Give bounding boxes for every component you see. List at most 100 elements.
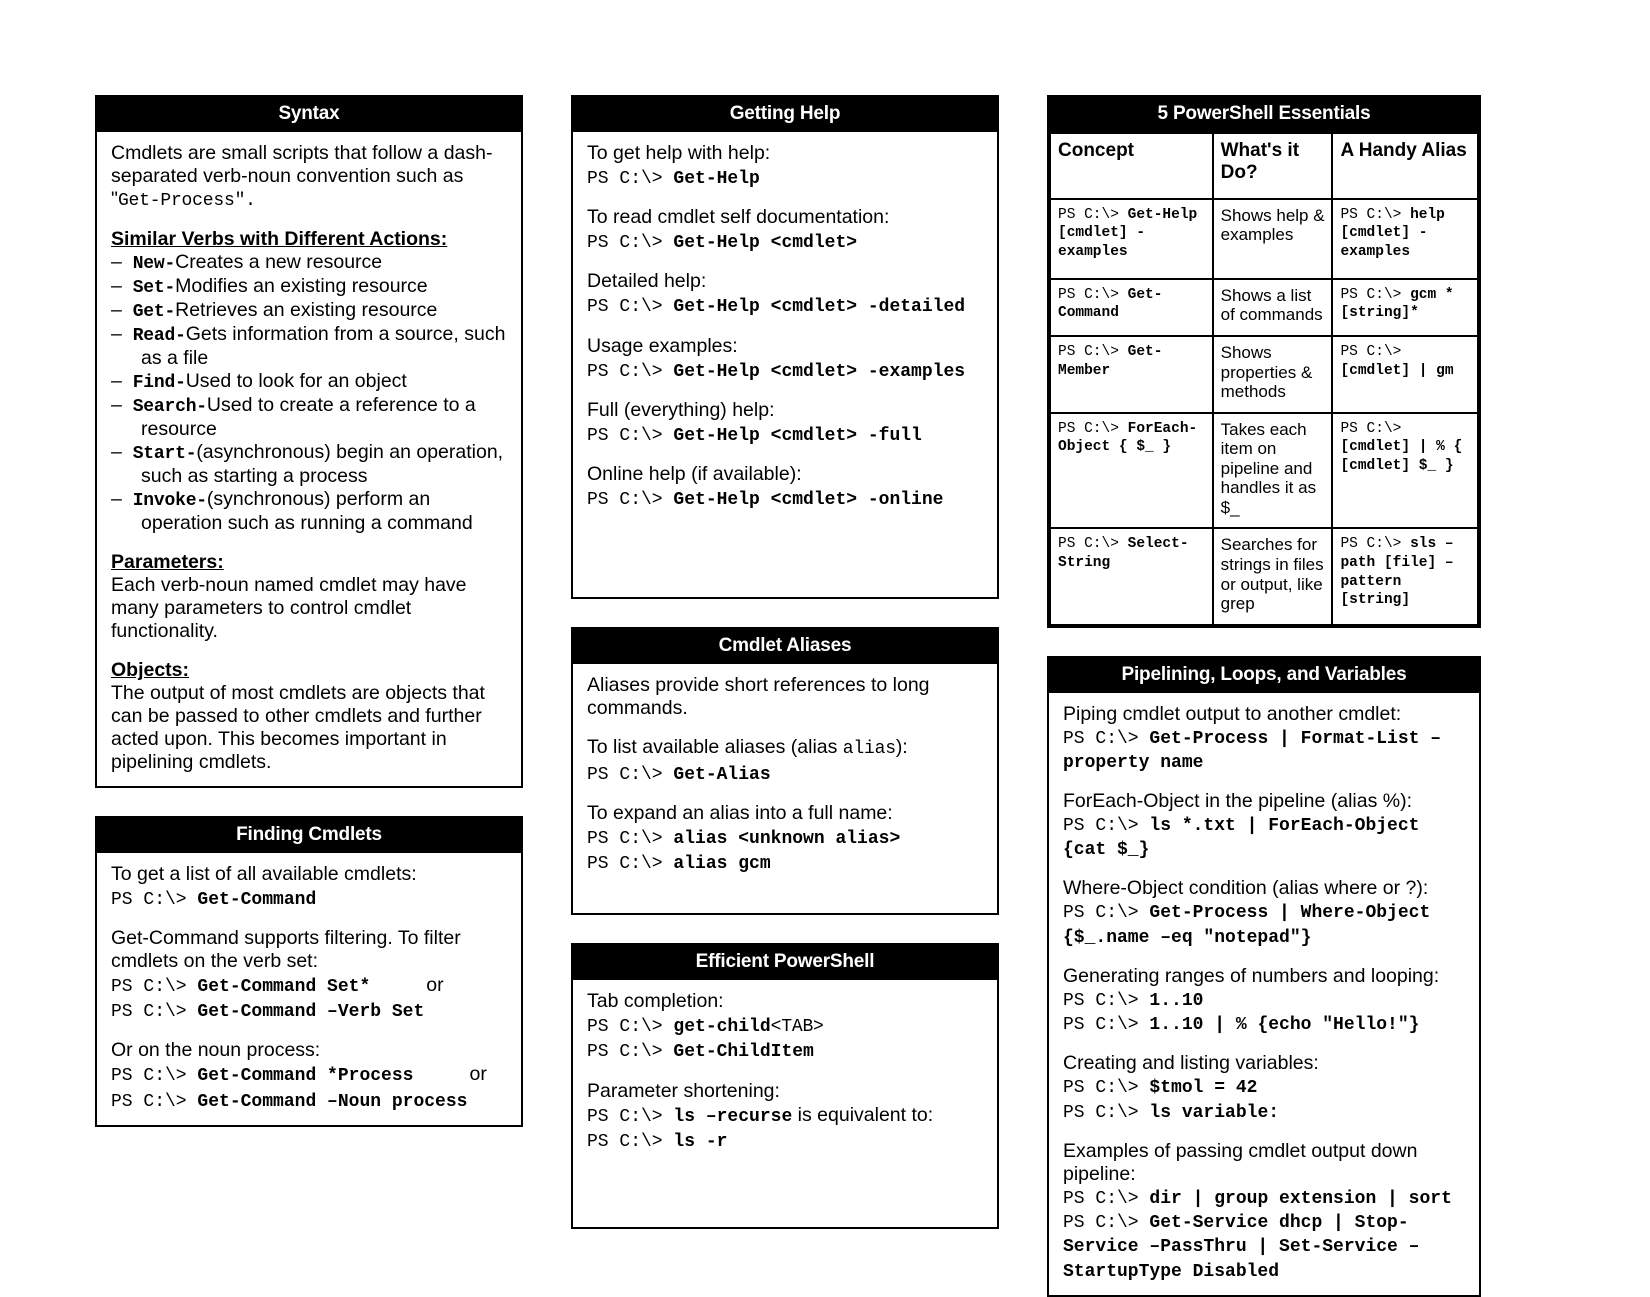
command-line: PS C:\> Get-Service dhcp | Stop-Service … xyxy=(1063,1210,1467,1283)
column-middle: Getting Help To get help with help: PS C… xyxy=(571,95,999,1297)
bullet-dash: – xyxy=(111,370,133,393)
panel-efficient-powershell-body: Tab completion: PS C:\> get-child<TAB> P… xyxy=(573,980,997,1227)
syntax-intro-part2: ". xyxy=(234,190,256,211)
concept-code: PS C:\> Select-String xyxy=(1058,535,1206,572)
prompt: PS C:\> xyxy=(587,828,674,849)
column-header-handy-alias: A Handy Alias xyxy=(1331,131,1479,200)
panel-getting-help-body: To get help with help: PS C:\> Get-Help … xyxy=(573,132,997,597)
verb-name: Get- xyxy=(132,302,176,323)
prompt: PS C:\> xyxy=(587,233,674,254)
concept-code: PS C:\> Get-Command xyxy=(1058,286,1206,323)
prompt: PS C:\> xyxy=(111,976,198,997)
label-pre: To list available aliases (alias xyxy=(587,736,843,759)
list-item: – Set-Modifies an existing resource xyxy=(111,275,509,299)
command: 1..10 | % {echo "Hello!"} xyxy=(1149,1015,1420,1036)
command-line: PS C:\> alias gcm xyxy=(587,851,985,875)
tab-key-token: <TAB> xyxy=(770,1017,824,1038)
tab-completion-label: Tab completion: xyxy=(587,990,724,1013)
block-label: Or on the noun process: xyxy=(111,1039,321,1062)
prompt: PS C:\> xyxy=(1340,286,1411,303)
prompt: PS C:\> xyxy=(587,1042,674,1063)
verb-name: Search- xyxy=(132,397,207,418)
list-item: – Get-Retrieves an existing resource xyxy=(111,299,509,323)
command: alias gcm xyxy=(673,853,771,874)
block-label: To read cmdlet self documentation: xyxy=(587,206,890,229)
prompt: PS C:\> xyxy=(587,361,674,382)
essentials-table-wrapper: Concept What's it Do? A Handy Alias PS C… xyxy=(1049,131,1479,626)
command: [cmdlet] | % { [cmdlet] $_ } xyxy=(1340,439,1471,474)
command: Get-Help <cmdlet> -online xyxy=(673,490,944,511)
block-label: Generating ranges of numbers and looping… xyxy=(1063,964,1440,987)
prompt: PS C:\> xyxy=(587,853,674,874)
column-header-whats-it-do: What's it Do? xyxy=(1211,131,1334,200)
panel-cmdlet-aliases-title: Cmdlet Aliases xyxy=(573,629,997,665)
panel-pipelining: Pipelining, Loops, and Variables Piping … xyxy=(1047,655,1481,1297)
command-line: PS C:\> dir | group extension | sort xyxy=(1063,1186,1467,1210)
bullet-dash: – xyxy=(111,323,133,346)
cell-alias: PS C:\> help [cmdlet] -examples xyxy=(1331,197,1479,280)
bullet-dash: – xyxy=(111,441,133,464)
prompt: PS C:\> xyxy=(1340,536,1411,553)
prompt: PS C:\> xyxy=(1058,344,1128,361)
equivalence-note: is equivalent to: xyxy=(797,1103,934,1126)
prompt: PS C:\> xyxy=(111,1002,198,1023)
panel-efficient-powershell-title: Efficient PowerShell xyxy=(573,945,997,981)
block-label: Usage examples: xyxy=(587,334,738,357)
concept-code: PS C:\> Get-Member xyxy=(1058,343,1206,380)
prompt: PS C:\> xyxy=(1058,206,1128,223)
command-line: PS C:\> Get-Help <cmdlet> -examples xyxy=(587,359,985,383)
prompt: PS C:\> xyxy=(1063,1188,1150,1209)
prompt: PS C:\> xyxy=(1058,286,1128,303)
command-line: PS C:\> 1..10 xyxy=(1063,988,1467,1012)
block-label: Online help (if available): xyxy=(587,463,802,486)
panel-efficient-powershell: Efficient PowerShell Tab completion: PS … xyxy=(571,943,999,1230)
command: $tmol = 42 xyxy=(1149,1078,1258,1099)
cell-description: Searches for strings in files or output,… xyxy=(1211,527,1334,626)
list-item: – Start-(asynchronous) begin an operatio… xyxy=(111,441,509,488)
syntax-intro-code: Get-Process xyxy=(117,190,235,211)
verb-name: New- xyxy=(132,254,176,275)
cell-concept: PS C:\> Get-Command xyxy=(1049,277,1214,338)
list-item: – New-Creates a new resource xyxy=(111,251,509,275)
syntax-objects-heading: Objects: xyxy=(111,658,190,681)
command-line: PS C:\> Get-Command Set* or xyxy=(111,974,509,998)
panel-syntax-title: Syntax xyxy=(97,97,521,132)
command: Get-Command –Verb Set xyxy=(197,1002,425,1023)
bullet-dash: – xyxy=(111,487,133,510)
prompt: PS C:\> xyxy=(587,764,674,785)
panel-essentials-title: 5 PowerShell Essentials xyxy=(1049,97,1479,132)
command: dir | group extension | sort xyxy=(1149,1188,1452,1209)
command-line: PS C:\> Get-Help <cmdlet> -detailed xyxy=(587,294,985,318)
panel-finding-cmdlets: Finding Cmdlets To get a list of all ava… xyxy=(95,815,523,1127)
syntax-objects-body: The output of most cmdlets are objects t… xyxy=(111,681,485,773)
command: Get-Command xyxy=(197,889,317,910)
verb-desc: Gets information from a source, such as … xyxy=(141,323,506,370)
command-line: PS C:\> Get-Command –Verb Set xyxy=(111,999,509,1023)
table-row: PS C:\> Select-String Searches for strin… xyxy=(1049,527,1479,626)
command: Get-Help <cmdlet> xyxy=(673,233,858,254)
or-note: or xyxy=(469,1063,487,1086)
prompt: PS C:\> xyxy=(1063,816,1150,836)
command: ls -r xyxy=(673,1131,728,1152)
prompt: PS C:\> xyxy=(1063,1078,1150,1099)
prompt: PS C:\> xyxy=(111,1066,198,1087)
cell-concept: PS C:\> Select-String xyxy=(1049,527,1214,626)
panel-cmdlet-aliases: Cmdlet Aliases Aliases provide short ref… xyxy=(571,627,999,916)
syntax-parameters-body: Each verb-noun named cmdlet may have man… xyxy=(111,573,467,642)
table-row: PS C:\> Get-Member Shows properties & me… xyxy=(1049,335,1479,414)
command: Get-Command –Noun process xyxy=(197,1091,468,1112)
verb-name: Set- xyxy=(132,278,176,299)
cell-concept: PS C:\> Get-Member xyxy=(1049,335,1214,414)
table-row: PS C:\> ForEach-Object { $_ } Takes each… xyxy=(1049,411,1479,530)
panel-syntax: Syntax Cmdlets are small scripts that fo… xyxy=(95,95,523,788)
command-line: PS C:\> Get-Help <cmdlet> -online xyxy=(587,487,985,511)
list-item: – Search-Used to create a reference to a… xyxy=(111,394,509,441)
alias-code: PS C:\> sls –path [file] –pattern [strin… xyxy=(1340,535,1471,609)
